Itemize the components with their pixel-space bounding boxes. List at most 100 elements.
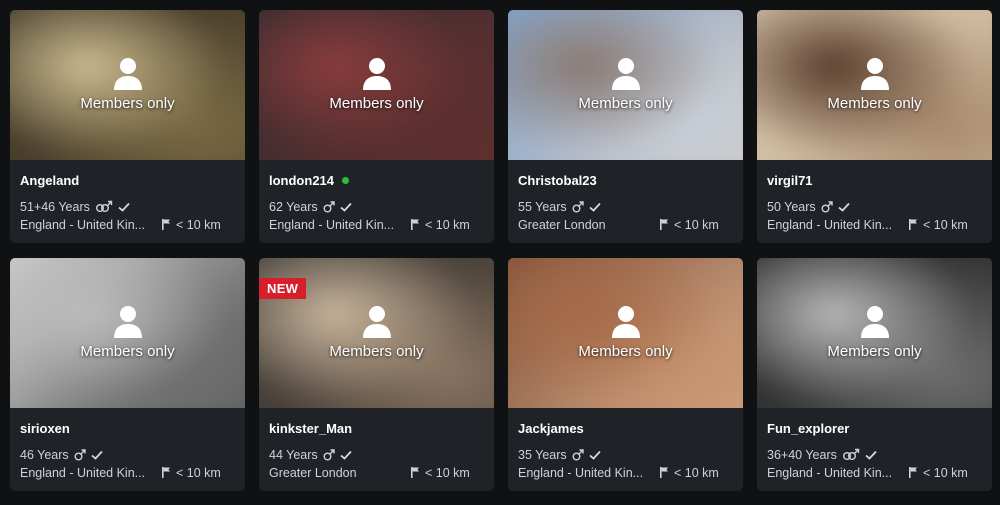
profile-age: 46 Years (20, 447, 69, 462)
profile-distance: < 10 km (411, 218, 470, 232)
profile-card[interactable]: Members only sirioxen 46 Years England -… (10, 258, 245, 491)
profile-photo[interactable]: Members only (259, 10, 494, 160)
members-only-label: Members only (329, 94, 424, 112)
profile-age: 51+46 Years (20, 199, 90, 214)
profile-location: England - United Kin... (20, 465, 146, 480)
profile-name[interactable]: virgil71 (767, 173, 813, 188)
profile-info: sirioxen 46 Years England - United Kin..… (10, 408, 245, 480)
profile-name[interactable]: Jackjames (518, 421, 584, 436)
person-icon (860, 57, 889, 90)
profile-info: kinkster_Man 44 Years Greater London < 1… (259, 408, 494, 480)
profile-distance: < 10 km (162, 218, 221, 232)
profile-card[interactable]: Members only Jackjames 35 Years England … (508, 258, 743, 491)
profile-age: 55 Years (518, 199, 567, 214)
profile-name[interactable]: Fun_explorer (767, 421, 849, 436)
male-gender-icon (323, 200, 335, 213)
distance-text: < 10 km (176, 465, 221, 480)
person-icon (113, 57, 142, 90)
profile-name[interactable]: Angeland (20, 173, 79, 188)
distance-text: < 10 km (923, 217, 968, 232)
members-only-label: Members only (80, 94, 175, 112)
profile-info: Jackjames 35 Years England - United Kin.… (508, 408, 743, 480)
profile-photo[interactable]: Members only (757, 258, 992, 408)
verified-check-icon (589, 202, 601, 212)
profile-age: 44 Years (269, 447, 318, 462)
flag-icon (909, 467, 918, 478)
verified-check-icon (865, 450, 877, 460)
profile-name[interactable]: london214 (269, 173, 334, 188)
distance-text: < 10 km (425, 217, 470, 232)
distance-text: < 10 km (176, 217, 221, 232)
profile-distance: < 10 km (162, 466, 221, 480)
flag-icon (660, 219, 669, 230)
verified-check-icon (118, 202, 130, 212)
members-only-label: Members only (578, 342, 673, 360)
profile-name[interactable]: Christobal23 (518, 173, 597, 188)
profile-age: 62 Years (269, 199, 318, 214)
verified-check-icon (589, 450, 601, 460)
couple-gender-icon (95, 200, 113, 213)
members-only-overlay: Members only (259, 10, 494, 160)
profile-age: 50 Years (767, 199, 816, 214)
profile-distance: < 10 km (411, 466, 470, 480)
person-icon (611, 305, 640, 338)
distance-text: < 10 km (674, 217, 719, 232)
new-badge: NEW (259, 278, 307, 299)
members-only-label: Members only (827, 94, 922, 112)
male-gender-icon (323, 448, 335, 461)
couple-gender-icon (842, 448, 860, 461)
flag-icon (411, 467, 420, 478)
members-only-label: Members only (80, 342, 175, 360)
person-icon (860, 305, 889, 338)
profile-photo[interactable]: Members only (757, 10, 992, 160)
profile-card[interactable]: Members only virgil71 50 Years England -… (757, 10, 992, 243)
profile-card[interactable]: Members only Angeland 51+46 Years Englan… (10, 10, 245, 243)
profile-photo[interactable]: Members only (508, 10, 743, 160)
verified-check-icon (838, 202, 850, 212)
verified-check-icon (340, 450, 352, 460)
person-icon (362, 305, 391, 338)
person-icon (362, 57, 391, 90)
profile-info: Angeland 51+46 Years England - United Ki… (10, 160, 245, 232)
members-only-label: Members only (578, 94, 673, 112)
profile-card[interactable]: Members only london214 62 Years England … (259, 10, 494, 243)
profile-grid: Members only Angeland 51+46 Years Englan… (10, 10, 992, 491)
profile-info: virgil71 50 Years England - United Kin..… (757, 160, 992, 232)
profile-distance: < 10 km (909, 466, 968, 480)
profile-info: Christobal23 55 Years Greater London < 1… (508, 160, 743, 232)
members-only-label: Members only (329, 342, 424, 360)
profile-location: England - United Kin... (767, 465, 893, 480)
profile-photo[interactable]: Members only (10, 258, 245, 408)
profile-info: Fun_explorer 36+40 Years England - Unite… (757, 408, 992, 480)
flag-icon (909, 219, 918, 230)
profile-photo[interactable]: Members only (10, 10, 245, 160)
distance-text: < 10 km (425, 465, 470, 480)
male-gender-icon (572, 200, 584, 213)
profile-location: England - United Kin... (269, 217, 395, 232)
profile-age: 36+40 Years (767, 447, 837, 462)
profile-distance: < 10 km (660, 218, 719, 232)
profile-name[interactable]: kinkster_Man (269, 421, 352, 436)
members-only-overlay: Members only (757, 258, 992, 408)
profile-distance: < 10 km (909, 218, 968, 232)
distance-text: < 10 km (674, 465, 719, 480)
profile-card[interactable]: Members only Fun_explorer 36+40 Years En… (757, 258, 992, 491)
profile-age: 35 Years (518, 447, 567, 462)
male-gender-icon (572, 448, 584, 461)
profile-location: England - United Kin... (20, 217, 146, 232)
profile-location: Greater London (269, 465, 357, 480)
online-status-dot (342, 176, 350, 184)
profile-photo[interactable]: Members only NEW (259, 258, 494, 408)
profile-card[interactable]: Members only NEW kinkster_Man 44 Years G… (259, 258, 494, 491)
members-only-overlay: Members only (757, 10, 992, 160)
flag-icon (411, 219, 420, 230)
profile-location: England - United Kin... (518, 465, 644, 480)
profile-card[interactable]: Members only Christobal23 55 Years Great… (508, 10, 743, 243)
profile-info: london214 62 Years England - United Kin.… (259, 160, 494, 232)
male-gender-icon (821, 200, 833, 213)
profile-photo[interactable]: Members only (508, 258, 743, 408)
members-only-overlay: Members only (10, 258, 245, 408)
profile-name[interactable]: sirioxen (20, 421, 70, 436)
profile-location: Greater London (518, 217, 606, 232)
verified-check-icon (91, 450, 103, 460)
